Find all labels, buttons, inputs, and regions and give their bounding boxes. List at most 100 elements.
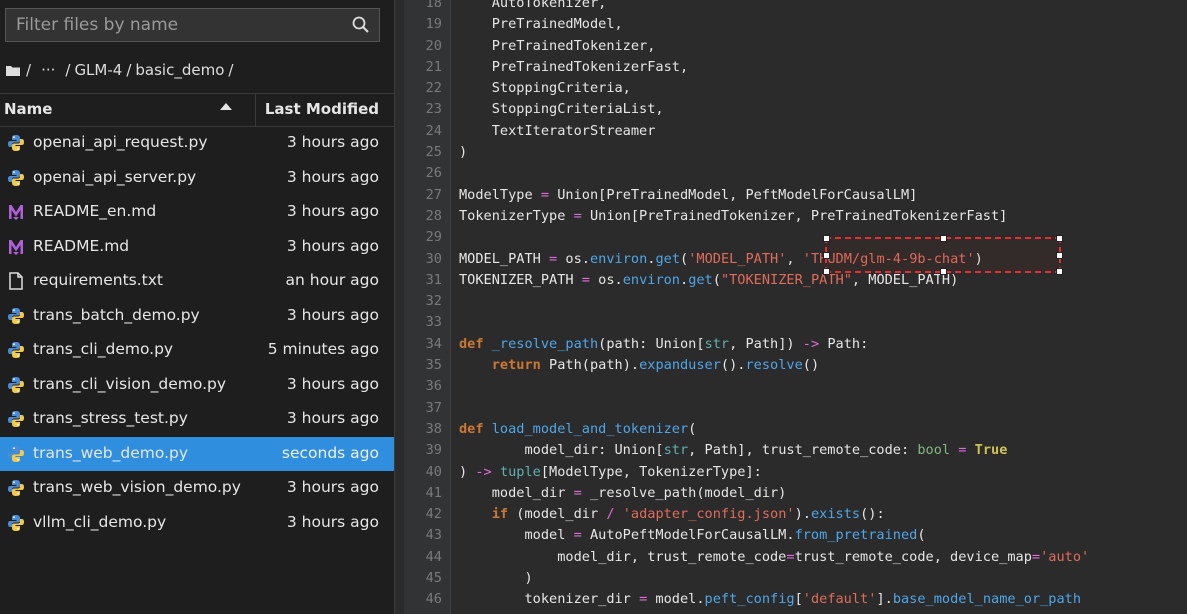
code-line[interactable]: 45 ) bbox=[404, 568, 1187, 589]
file-row[interactable]: README.md 3 hours ago bbox=[0, 230, 394, 265]
code-token: ( bbox=[712, 271, 721, 288]
code-line[interactable]: 21 PreTrainedTokenizerFast, bbox=[404, 57, 1187, 78]
code-line[interactable]: 25) bbox=[404, 142, 1187, 163]
sort-ascending-icon[interactable] bbox=[220, 102, 232, 110]
code-line[interactable]: 37 bbox=[404, 398, 1187, 419]
line-number: 27 bbox=[425, 186, 442, 203]
code-line[interactable]: 34 def _resolve_path(path: Union[str, Pat… bbox=[404, 334, 1187, 355]
code-line[interactable]: 30 MODEL_PATH = os.environ.get('MODEL_PAT… bbox=[404, 249, 1187, 270]
code-line[interactable]: 18 AutoTokenizer, bbox=[404, 0, 1187, 14]
resize-handle[interactable] bbox=[940, 235, 947, 242]
code-token: = bbox=[573, 207, 582, 224]
code-text: PreTrainedTokenizer, bbox=[459, 36, 656, 57]
code-line[interactable]: 26 bbox=[404, 163, 1187, 184]
code-token: model bbox=[459, 527, 574, 544]
code-token: if bbox=[491, 506, 509, 523]
file-row[interactable]: vllm_cli_demo.py 3 hours ago bbox=[0, 506, 394, 541]
resize-handle[interactable] bbox=[823, 235, 830, 242]
code-line[interactable]: 44 model_dir, trust_remote_code=trust_re… bbox=[404, 547, 1187, 568]
code-token: TOKENIZER_PATH bbox=[459, 271, 582, 288]
code-line[interactable]: 42 if (model_dir / 'adapter_config.json'… bbox=[404, 504, 1187, 525]
breadcrumb-root[interactable]: / bbox=[26, 58, 31, 82]
code-line[interactable]: 23 StoppingCriteriaList, bbox=[404, 99, 1187, 120]
resize-handle[interactable] bbox=[1056, 268, 1063, 275]
file-modified: 3 hours ago bbox=[286, 133, 379, 151]
code-line[interactable]: 19 PreTrainedModel, bbox=[404, 14, 1187, 35]
code-line[interactable]: 28 TokenizerType = Union[PreTrainedTokeni… bbox=[404, 206, 1187, 227]
folder-icon[interactable] bbox=[6, 65, 20, 76]
line-number: 42 bbox=[425, 506, 442, 523]
code-line[interactable]: 43 model = AutoPeftModelForCausalLM.from… bbox=[404, 525, 1187, 546]
file-list-header: Name Last Modified bbox=[0, 93, 394, 127]
code-line[interactable]: 24 TextIteratorStreamer bbox=[404, 121, 1187, 142]
code-token: bool bbox=[917, 442, 951, 459]
breadcrumb-glm4[interactable]: GLM-4 bbox=[74, 58, 122, 82]
file-row[interactable]: trans_cli_demo.py 5 minutes ago bbox=[0, 333, 394, 368]
line-number: 28 bbox=[425, 207, 442, 224]
code-line[interactable]: 31 TOKENIZER_PATH = os.environ.get("TOKEN… bbox=[404, 270, 1187, 291]
selection-box[interactable] bbox=[823, 235, 1063, 275]
breadcrumb-basic-demo[interactable]: basic_demo bbox=[135, 58, 224, 82]
line-number: 26 bbox=[425, 165, 442, 182]
line-number: 19 bbox=[425, 16, 442, 33]
column-header-last-modified[interactable]: Last Modified bbox=[265, 100, 379, 118]
code-line[interactable]: 40) -> tuple[ModelType, TokenizerType]: bbox=[404, 462, 1187, 483]
code-token: get bbox=[655, 250, 681, 267]
resize-handle[interactable] bbox=[940, 268, 947, 275]
code-line[interactable]: 33 bbox=[404, 312, 1187, 333]
file-row[interactable]: trans_batch_demo.py 3 hours ago bbox=[0, 299, 394, 334]
resize-handle[interactable] bbox=[823, 252, 830, 259]
file-row[interactable]: README_en.md 3 hours ago bbox=[0, 195, 394, 230]
file-name: README_en.md bbox=[33, 202, 157, 220]
code-content[interactable]: 18 AutoTokenizer, 19 PreTrainedModel, 20 P… bbox=[404, 0, 1187, 611]
python-file-icon bbox=[7, 445, 25, 463]
code-text: ) -> tuple[ModelType, TokenizerType]: bbox=[459, 462, 762, 483]
code-token: environ bbox=[589, 250, 648, 267]
file-row[interactable]: trans_cli_vision_demo.py 3 hours ago bbox=[0, 368, 394, 403]
search-icon[interactable] bbox=[351, 15, 371, 35]
code-line[interactable]: 38 def load_model_and_tokenizer( bbox=[404, 419, 1187, 440]
column-divider[interactable] bbox=[255, 94, 256, 126]
resize-handle[interactable] bbox=[823, 268, 830, 275]
search-input[interactable] bbox=[6, 9, 346, 41]
file-row[interactable]: requirements.txt an hour ago bbox=[0, 264, 394, 299]
resize-handle[interactable] bbox=[1056, 252, 1063, 259]
line-number: 30 bbox=[425, 250, 442, 267]
code-line[interactable]: 41 model_dir = _resolve_path(model_dir) bbox=[404, 483, 1187, 504]
code-editor[interactable]: 18 AutoTokenizer, 19 PreTrainedModel, 20 P… bbox=[404, 0, 1187, 614]
breadcrumb-separator: / bbox=[228, 61, 234, 79]
line-number: 20 bbox=[425, 37, 442, 54]
file-row[interactable]: openai_api_request.py 3 hours ago bbox=[0, 126, 394, 161]
file-row[interactable]: trans_stress_test.py 3 hours ago bbox=[0, 402, 394, 437]
file-row[interactable]: trans_web_demo.py seconds ago bbox=[0, 436, 394, 471]
code-token: [ bbox=[794, 591, 803, 608]
code-line[interactable]: 22 StoppingCriteria, bbox=[404, 78, 1187, 99]
code-token: = bbox=[549, 250, 558, 267]
resize-handle[interactable] bbox=[1056, 235, 1063, 242]
code-line[interactable]: 29 bbox=[404, 227, 1187, 248]
code-line[interactable]: 46 tokenizer_dir = model.peft_config['de… bbox=[404, 589, 1187, 610]
code-text: if (model_dir / 'adapter_config.json').e… bbox=[459, 504, 885, 525]
breadcrumb-separator: / bbox=[65, 61, 71, 79]
code-token: = bbox=[573, 527, 582, 544]
file-modified: 5 minutes ago bbox=[267, 340, 379, 358]
code-line[interactable]: 39 model_dir: Union[str, Path], trust_re… bbox=[404, 440, 1187, 461]
code-token: ModelType bbox=[459, 186, 541, 203]
code-line[interactable]: 20 PreTrainedTokenizer, bbox=[404, 36, 1187, 57]
column-header-name[interactable]: Name bbox=[4, 100, 52, 118]
code-token: StoppingCriteriaList, bbox=[459, 101, 664, 118]
file-row[interactable]: trans_web_vision_demo.py 3 hours ago bbox=[0, 471, 394, 506]
code-token: os. bbox=[557, 250, 590, 267]
code-line[interactable]: 32 bbox=[404, 291, 1187, 312]
code-line[interactable]: 27 ModelType = Union[PreTrainedModel, Pef… bbox=[404, 185, 1187, 206]
file-name: trans_batch_demo.py bbox=[33, 305, 200, 324]
code-line[interactable]: 36 bbox=[404, 376, 1187, 397]
code-text: model_dir: Union[str, Path], trust_remot… bbox=[459, 440, 1007, 461]
code-token: , Path], trust_remote_code: bbox=[688, 442, 918, 459]
code-token: (path: Union[ bbox=[598, 335, 705, 352]
code-line[interactable]: 35 return Path(path).expanduser().resolv… bbox=[404, 355, 1187, 376]
code-token: tuple bbox=[499, 463, 541, 480]
breadcrumb-ellipsis[interactable]: ··· bbox=[41, 58, 55, 82]
file-row[interactable]: openai_api_server.py 3 hours ago bbox=[0, 161, 394, 196]
